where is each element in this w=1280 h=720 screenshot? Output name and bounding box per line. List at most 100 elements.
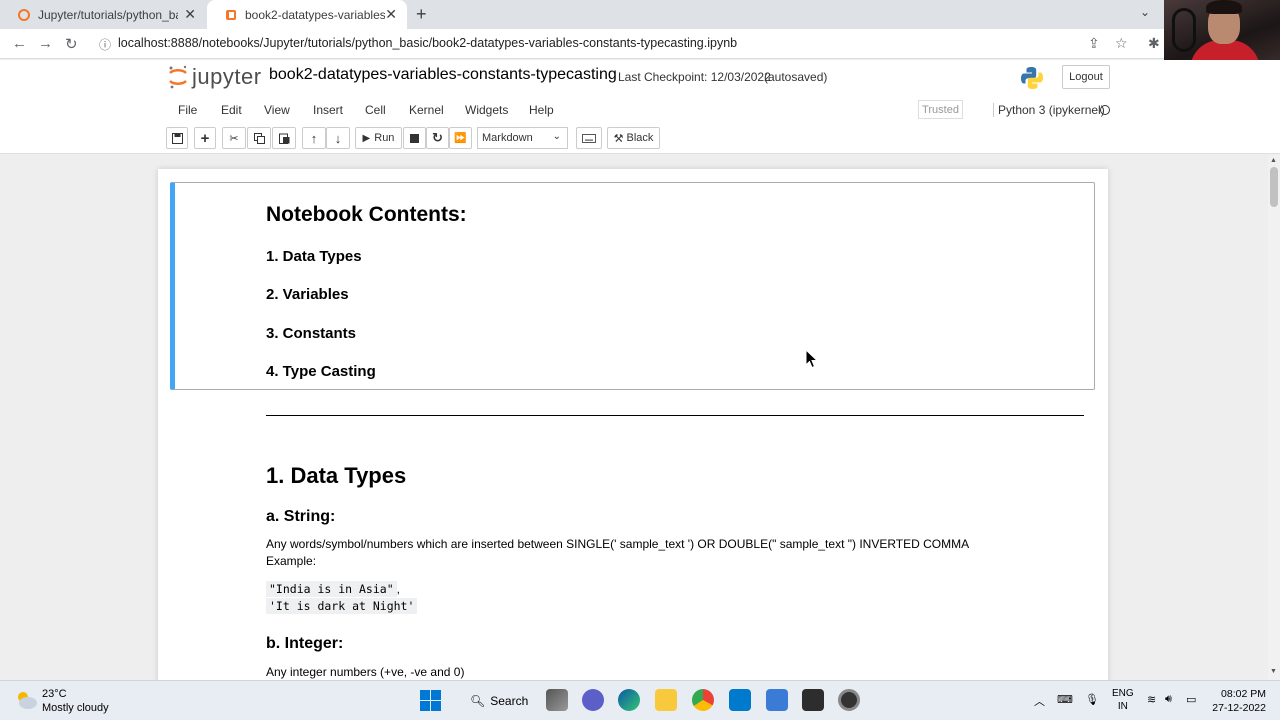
contents-item: 4. Type Casting (266, 363, 376, 380)
black-formatter-button[interactable]: ⚒ Black (607, 127, 660, 149)
restart-kernel-button[interactable]: ↻ (426, 127, 449, 149)
region-code: IN (1117, 701, 1128, 712)
integer-heading: b. Integer: (266, 635, 344, 652)
language-indicator[interactable]: ENG IN (1112, 687, 1134, 713)
interrupt-button[interactable] (403, 127, 426, 149)
system-clock[interactable]: 08:02 PM 27-12-2022 (1212, 687, 1266, 715)
jupyter-header: jupyter book2-datatypes-variables-consta… (0, 60, 1280, 96)
play-icon: ▶ (362, 132, 371, 144)
kernel-idle-icon (1100, 105, 1110, 115)
keyboard-tray-icon[interactable]: ⌨ (1057, 693, 1073, 706)
notebook-area: Notebook Contents: 1. Data Types 2. Vari… (0, 155, 1268, 689)
task-view-icon[interactable] (546, 689, 568, 711)
new-tab-button[interactable]: + (416, 4, 427, 25)
cut-button[interactable]: ✂ (222, 127, 246, 149)
contents-item: 3. Constants (266, 325, 357, 342)
browser-tab-notebook[interactable]: book2-datatypes-variables-const ✕ (207, 0, 407, 29)
browser-tab-home[interactable]: Jupyter/tutorials/python_basic/ ✕ (0, 0, 206, 29)
battery-icon[interactable]: ▭ (1186, 693, 1196, 706)
arrow-up-icon: ↑ (310, 130, 318, 146)
windows-start-icon[interactable] (420, 690, 441, 711)
command-palette-button[interactable] (576, 127, 602, 149)
string-description: Any words/symbol/numbers which are inser… (266, 537, 970, 551)
share-icon[interactable]: ⇪ (1088, 35, 1100, 52)
scroll-down-arrow-icon[interactable]: ▼ (1270, 668, 1277, 675)
contents-item: 2. Variables (266, 286, 349, 303)
trusted-indicator[interactable]: Trusted (918, 100, 963, 119)
photos-icon[interactable] (766, 689, 788, 711)
chrome-icon[interactable] (692, 689, 714, 711)
notebook-favicon-icon (226, 9, 236, 20)
microphone-tray-icon[interactable]: 🎙︎ (1085, 693, 1099, 706)
search-label: Search (490, 694, 529, 708)
windows-taskbar: 23°C Mostly cloudy 🔍︎ Search ︿ ⌨ 🎙︎ ENG … (0, 680, 1280, 720)
hammer-icon: ⚒ (613, 132, 624, 145)
insert-cell-button[interactable]: + (194, 127, 216, 149)
jupyter-logo-text: jupyter (192, 64, 262, 89)
vscode-icon[interactable] (729, 689, 751, 711)
menu-cell[interactable]: Cell (365, 103, 386, 117)
close-tab-icon[interactable]: ✕ (184, 6, 196, 23)
menu-widgets[interactable]: Widgets (465, 103, 508, 117)
run-button[interactable]: ▶ Run (355, 127, 402, 149)
notebook-title[interactable]: book2-datatypes-variables-constants-type… (269, 66, 617, 84)
chevron-down-icon: ⌄ (552, 131, 561, 142)
search-icon: 🔍︎ (470, 694, 486, 708)
menu-insert[interactable]: Insert (313, 103, 343, 117)
jupyter-logo-icon (169, 65, 187, 89)
site-info-icon[interactable]: ⓘ (99, 36, 111, 53)
inline-code: 'It is dark at Night' (266, 598, 418, 614)
logout-button[interactable]: Logout (1062, 65, 1110, 89)
menu-file[interactable]: File (178, 103, 197, 117)
horizontal-rule (266, 415, 1084, 416)
move-up-button[interactable]: ↑ (302, 127, 326, 149)
jupyter-logo[interactable]: jupyter (168, 64, 262, 90)
back-arrow-icon[interactable]: ← (12, 35, 27, 52)
wifi-icon[interactable]: ≋ (1147, 693, 1156, 706)
copy-icon (253, 132, 265, 144)
section-heading: 1. Data Types (266, 463, 407, 488)
close-tab-icon[interactable]: ✕ (385, 6, 397, 23)
move-down-button[interactable]: ↓ (326, 127, 350, 149)
url-field[interactable]: localhost:8888/notebooks/Jupyter/tutoria… (118, 36, 737, 50)
scrollbar-thumb[interactable] (1270, 167, 1278, 207)
obs-recording-icon[interactable] (838, 689, 860, 711)
page-scrollbar[interactable]: ▲ ▼ (1268, 155, 1280, 680)
restart-run-all-button[interactable]: ⏩ (449, 127, 472, 149)
arrow-down-icon: ↓ (334, 130, 342, 146)
fast-forward-icon: ⏩ (454, 132, 467, 144)
jupyter-favicon-icon (18, 8, 30, 21)
tab-search-chevron-icon[interactable]: ⌄ (1140, 5, 1150, 19)
clock-date: 27-12-2022 (1212, 702, 1266, 714)
volume-icon[interactable]: 🔊︎ (1165, 693, 1172, 706)
code-separator: , (396, 582, 400, 596)
file-explorer-icon[interactable] (655, 689, 677, 711)
scroll-up-arrow-icon[interactable]: ▲ (1270, 157, 1277, 164)
cell-type-select[interactable]: Markdown ⌄ (477, 127, 568, 149)
terminal-icon[interactable] (802, 689, 824, 711)
taskbar-search[interactable]: 🔍︎ Search (462, 689, 530, 713)
teams-chat-icon[interactable] (582, 689, 604, 711)
weather-temperature[interactable]: 23°C (42, 688, 67, 700)
paste-button[interactable] (272, 127, 296, 149)
menu-view[interactable]: View (264, 103, 290, 117)
reload-icon[interactable]: ↻ (65, 35, 78, 53)
mouse-cursor-icon (805, 349, 819, 369)
python-logo-icon (1021, 67, 1043, 89)
kernel-name[interactable]: Python 3 (ipykernel) (993, 103, 1105, 117)
black-label: Black (626, 132, 654, 144)
tray-overflow-chevron-icon[interactable]: ︿ (1034, 693, 1045, 709)
menu-edit[interactable]: Edit (221, 103, 242, 117)
copy-button[interactable] (247, 127, 271, 149)
notebook-page: Notebook Contents: 1. Data Types 2. Vari… (158, 169, 1108, 689)
extension-icon[interactable]: ✱ (1148, 35, 1160, 52)
forward-arrow-icon[interactable]: → (38, 35, 53, 52)
edge-browser-icon[interactable] (618, 689, 640, 711)
save-button[interactable] (166, 127, 188, 149)
checkpoint-status: Last Checkpoint: 12/03/2022 (618, 70, 771, 84)
menu-bar: File Edit View Insert Cell Kernel Widget… (0, 96, 1280, 124)
menu-help[interactable]: Help (529, 103, 554, 117)
bookmark-star-icon[interactable]: ☆ (1115, 35, 1128, 52)
weather-description[interactable]: Mostly cloudy (42, 702, 109, 714)
menu-kernel[interactable]: Kernel (409, 103, 444, 117)
